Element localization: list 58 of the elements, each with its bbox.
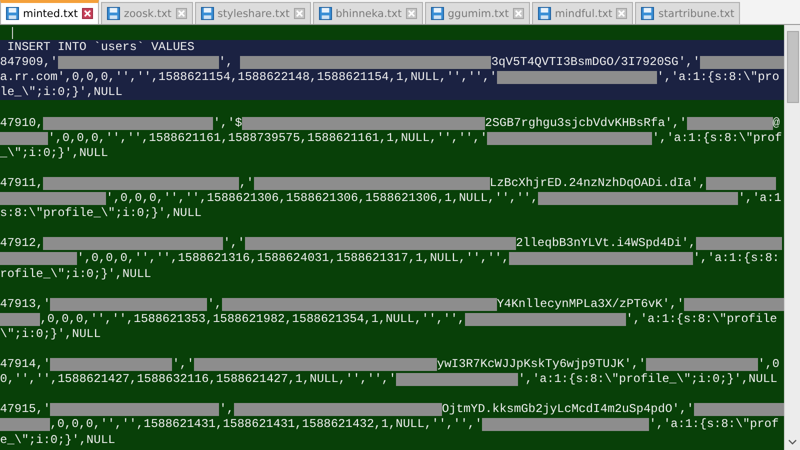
code-text: 3qV5T4QVTI3BsmDGO/3I7920SG',' [491, 55, 700, 70]
code-text: 47910, [0, 116, 44, 131]
file-tab[interactable]: styleshare.txt [194, 2, 311, 24]
code-text: a.rr.com',0,0,0,'','',1588621154,1588622148,1588621154,1,NULL,'','',' [0, 70, 497, 86]
code-text: 47915,' [0, 402, 50, 418]
scrollbar[interactable] [784, 25, 800, 450]
close-icon[interactable] [82, 8, 93, 19]
code-text: Y4KnllecynMPLa3X/zPT6vK',' [496, 296, 684, 312]
code-text: 47911, [0, 176, 44, 192]
code-text: ',' [172, 357, 194, 372]
code-text: _\";i:0;}',NULL [0, 146, 108, 161]
scroll-thumb[interactable] [787, 31, 800, 103]
file-tab[interactable]: ggumim.txt [424, 2, 530, 24]
text-cursor [12, 27, 13, 39]
code-text: OjtmYD.kksmGb2jyLcMcdI4m2uSp4pdO',' [442, 402, 694, 418]
code-text: 0,'','',1588621427,1588632116,1588621427,1,NULL,'','',' [0, 372, 396, 388]
code-text: 47913,' [0, 296, 50, 312]
code-text: ','a:1:{s:8: [693, 251, 780, 266]
code-text: ',0 [758, 357, 780, 372]
code-text: rofile_\";i:0;}',NULL [0, 266, 152, 282]
code-text: ', [218, 55, 234, 70]
file-tab[interactable]: minted.txt [0, 0, 99, 24]
code-text: \";i:0;}',NULL [0, 326, 101, 342]
code-text: ','a:1:{s:8:\"pro [656, 70, 780, 86]
code-text: ',' [223, 236, 245, 252]
code-text: LzBcXhjrED.24nzNzhDqOADi.dIa', [490, 176, 706, 192]
redaction-block [706, 176, 776, 190]
redaction-block [0, 418, 50, 432]
file-tab[interactable]: startribune.txt [635, 2, 740, 24]
code-text: 47912, [0, 236, 44, 252]
code-text: ,' [239, 176, 254, 192]
file-tab[interactable]: mindful.txt [532, 2, 634, 24]
code-text: ','a:1:{s:8:\"profile_\";i:0;}',NULL [518, 372, 778, 388]
code-text: ','a:1:{s:8:\"prof [652, 130, 782, 146]
code-text: ','a:1:{s:8:\"profile [626, 312, 778, 327]
code-text: 2SGB7rghgu3sjcbVdvKHBsRfa',' [485, 116, 687, 131]
code-text: INSERT INTO `users` VALUES [6, 40, 194, 56]
code-text: ',0,0,0,'','',1588621161,1588739575,1588621161,1,NULL,'','',' [48, 130, 488, 146]
code-text: ',0,0,0,'','',1588621306,1588621306,1588621306,1,NULL,'','', [106, 191, 538, 206]
redaction-block [0, 132, 48, 145]
code-text: ', [207, 296, 222, 312]
code-text: 47914,' [0, 357, 50, 372]
code-text: ,0,0,0,'','',1588621353,1588621982,1588621354,1,NULL,'','', [40, 312, 465, 327]
file-tab[interactable]: zoosk.txt [100, 2, 193, 24]
code-text: ','a:1 [738, 191, 782, 206]
code-text: ,0,0,0,'','',1588621431,1588621431,1588621432,1,NULL,'','',' [50, 417, 482, 433]
code-text: ',0,0,0,'','',1588621316,1588624031,1588621317,1,NULL,'','', [77, 251, 510, 266]
code-text: 2lleqbB3nYLVt.i4WSpd4Di', [516, 236, 696, 252]
code-text: le_\";i:0;}',NULL [0, 85, 122, 100]
file-tab[interactable]: bhinneka.txt [312, 2, 423, 24]
code-text: ','$ [213, 116, 242, 131]
redaction-block [0, 312, 40, 326]
code-text: ywI3R7KcWJJpKskTy6wjp9TUJK',' [437, 357, 646, 372]
code-text: ', [219, 402, 234, 418]
code-text: e_\";i:0;}',NULL [0, 432, 116, 448]
code-text: s:8:\"profile_\";i:0;}',NULL [0, 206, 202, 222]
code-text: ','a:1:{s:8:\"prof [649, 417, 779, 433]
code-text: 847909,' [0, 55, 58, 70]
